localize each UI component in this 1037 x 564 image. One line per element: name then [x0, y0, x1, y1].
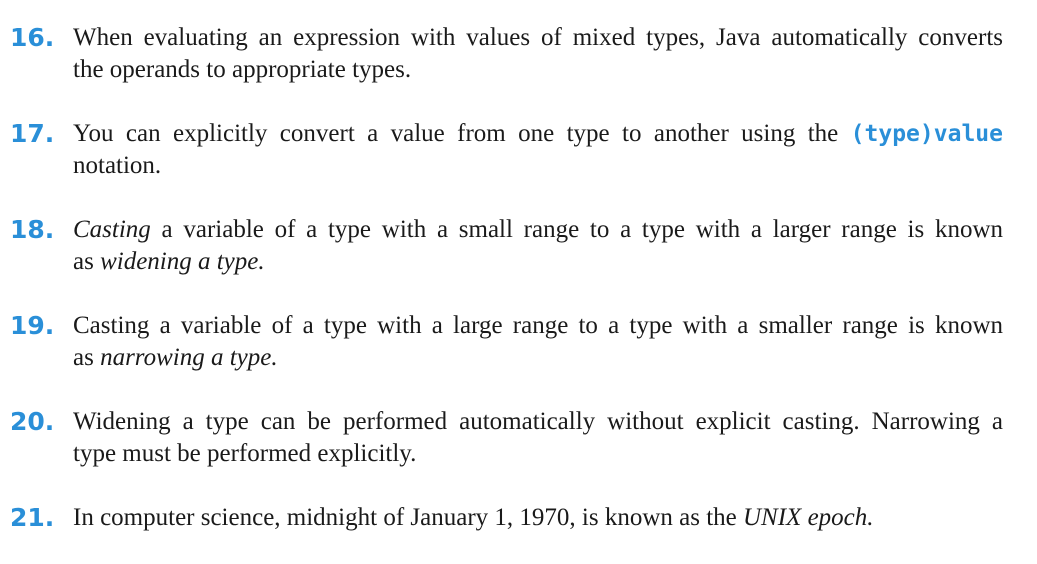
item-number: 18.: [10, 215, 55, 244]
item-line: Casting a variable of a type with a smal…: [73, 214, 1003, 246]
italic-term: UNIX epoch.: [743, 504, 874, 531]
item-text: Widening a type can be performed automat…: [73, 406, 1003, 470]
item-number: 21.: [10, 503, 55, 532]
item-number: 17.: [10, 119, 55, 148]
item-line: Widening a type can be performed automat…: [73, 408, 1003, 435]
item-line: In computer science, midnight of January…: [73, 502, 1003, 534]
item-line: When evaluating an expression with value…: [73, 24, 1003, 51]
item-number: 20.: [10, 407, 55, 436]
italic-term: widening a type.: [100, 248, 265, 275]
item-line: Casting a variable of a type with a larg…: [73, 312, 1003, 339]
item-text: When evaluating an expression with value…: [73, 22, 1003, 86]
item-text-segment: In computer science, midnight of January…: [73, 504, 743, 531]
item-line: type must be performed explicitly.: [73, 440, 417, 467]
italic-term: Casting: [73, 216, 151, 243]
code-snippet: (type)value: [850, 121, 1003, 147]
item-text-segment: as: [73, 248, 101, 275]
italic-term: narrowing a type.: [100, 344, 278, 371]
item-text-segment: You can explicitly convert a value from …: [73, 120, 851, 147]
item-line: the operands to appropriate types.: [73, 56, 412, 83]
item-line: as narrowing a type.: [73, 342, 1003, 374]
item-text: Casting a variable of a type with a larg…: [73, 310, 1003, 374]
item-text: You can explicitly convert a value from …: [73, 118, 1003, 182]
item-text: Casting a variable of a type with a smal…: [73, 214, 1003, 278]
item-line: You can explicitly convert a value from …: [73, 118, 1003, 150]
item-line: as widening a type.: [73, 246, 1003, 278]
item-text-segment: a variable of a type with a small range …: [150, 216, 1003, 243]
item-text-segment: as: [73, 344, 101, 371]
item-text: In computer science, midnight of January…: [73, 502, 1003, 534]
item-line: notation.: [73, 152, 162, 179]
summary-list: 16. When evaluating an expression with v…: [0, 0, 1037, 564]
item-number: 16.: [10, 23, 55, 52]
item-number: 19.: [10, 311, 55, 340]
